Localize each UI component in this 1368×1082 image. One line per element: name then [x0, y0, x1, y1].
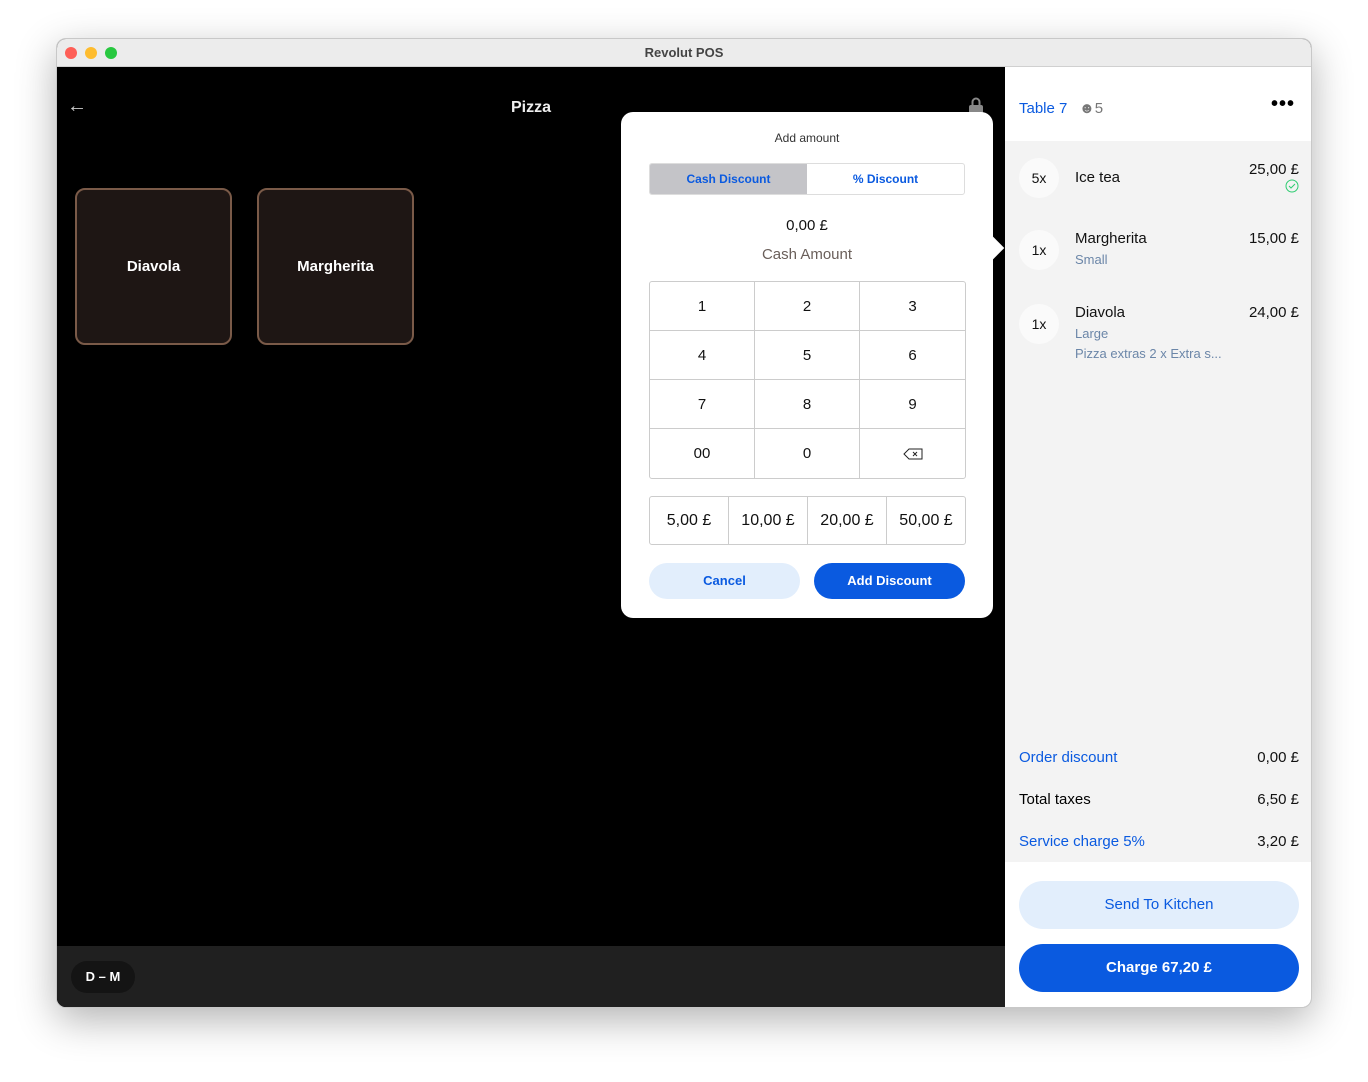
order-item[interactable]: 1x Margherita Small 15,00 £: [1019, 230, 1299, 290]
item-detail: Small: [1075, 252, 1108, 267]
taxes-value: 6,50 £: [1257, 791, 1299, 808]
amount-label: Cash Amount: [761, 246, 853, 263]
order-discount-link[interactable]: Order discount: [1019, 749, 1117, 766]
zoom-window-button[interactable]: [105, 47, 117, 59]
item-price: 15,00 £: [1248, 230, 1299, 247]
backspace-key[interactable]: [860, 429, 965, 478]
user-badge[interactable]: D – M: [71, 961, 135, 993]
amount-value: 0,00 £: [786, 217, 828, 234]
item-price: 24,00 £: [1248, 304, 1299, 321]
quick-amount-5[interactable]: 5,00 £: [650, 497, 729, 544]
title-bar: Revolut POS: [57, 39, 1311, 67]
close-window-button[interactable]: [65, 47, 77, 59]
item-detail: Large: [1075, 326, 1109, 341]
order-item[interactable]: 1x Diavola Large Pizza extras 2 x Extra …: [1019, 304, 1299, 374]
order-discount-row[interactable]: Order discount 0,00 £: [1019, 749, 1299, 766]
add-discount-button[interactable]: Add Discount: [814, 563, 965, 599]
quick-amount-50[interactable]: 50,00 £: [887, 497, 965, 544]
person-icon: ☻: [1079, 100, 1095, 117]
bottom-bar: D – M: [57, 946, 1005, 1007]
key-00[interactable]: 00: [650, 429, 755, 478]
taxes-row: Total taxes 6,50 £: [1019, 791, 1299, 808]
window-title: Revolut POS: [644, 45, 724, 60]
item-quantity: 1x: [1019, 230, 1059, 270]
item-name: Diavola: [1075, 304, 1126, 321]
backspace-icon: [902, 448, 922, 459]
action-area: Send To Kitchen Charge 67,20 £: [1005, 862, 1311, 1007]
service-charge-value: 3,20 £: [1257, 833, 1299, 850]
key-5[interactable]: 5: [755, 331, 860, 380]
product-tile-margherita[interactable]: Margherita: [257, 188, 414, 345]
key-4[interactable]: 4: [650, 331, 755, 380]
tab-percent-discount[interactable]: % Discount: [807, 164, 964, 194]
quick-amounts: 5,00 £ 10,00 £ 20,00 £ 50,00 £: [649, 496, 966, 545]
service-charge-link[interactable]: Service charge 5%: [1019, 833, 1145, 850]
product-tile-diavola[interactable]: Diavola: [75, 188, 232, 345]
key-9[interactable]: 9: [860, 380, 965, 429]
numeric-keypad: 1 2 3 4 5 6 7 8 9 00 0: [649, 281, 966, 479]
item-quantity: 1x: [1019, 304, 1059, 344]
charge-button[interactable]: Charge 67,20 £: [1019, 944, 1299, 992]
item-quantity: 5x: [1019, 158, 1059, 198]
sent-check-icon: [1285, 179, 1299, 193]
add-amount-dialog: Add amount Cash Discount % Discount 0,00…: [621, 112, 1005, 618]
key-1[interactable]: 1: [650, 282, 755, 331]
table-name[interactable]: Table 7: [1019, 100, 1067, 117]
minimize-window-button[interactable]: [85, 47, 97, 59]
send-to-kitchen-button[interactable]: Send To Kitchen: [1019, 881, 1299, 929]
item-name: Margherita: [1075, 230, 1147, 247]
order-item[interactable]: 5x Ice tea 25,00 £: [1019, 158, 1299, 208]
key-8[interactable]: 8: [755, 380, 860, 429]
product-name: Margherita: [297, 258, 374, 275]
key-3[interactable]: 3: [860, 282, 965, 331]
quick-amount-20[interactable]: 20,00 £: [808, 497, 887, 544]
tab-cash-discount[interactable]: Cash Discount: [650, 164, 807, 194]
taxes-label: Total taxes: [1019, 791, 1091, 808]
guest-count[interactable]: ☻5: [1079, 100, 1103, 117]
key-0[interactable]: 0: [755, 429, 860, 478]
service-charge-row[interactable]: Service charge 5% 3,20 £: [1019, 833, 1299, 850]
quick-amount-10[interactable]: 10,00 £: [729, 497, 808, 544]
item-name: Ice tea: [1075, 169, 1121, 186]
key-2[interactable]: 2: [755, 282, 860, 331]
product-name: Diavola: [126, 258, 181, 275]
cancel-button[interactable]: Cancel: [649, 563, 800, 599]
more-options-icon[interactable]: •••: [1271, 93, 1295, 116]
key-6[interactable]: 6: [860, 331, 965, 380]
item-price: 25,00 £: [1248, 161, 1299, 178]
dialog-title: Add amount: [774, 131, 840, 145]
key-7[interactable]: 7: [650, 380, 755, 429]
order-panel: Table 7 ☻5 ••• 5x Ice tea 25,00 £ 1x Mar…: [1005, 67, 1311, 1007]
order-header: Table 7 ☻5 •••: [1005, 67, 1311, 141]
discount-type-tabs: Cash Discount % Discount: [649, 163, 965, 195]
item-detail: Pizza extras 2 x Extra s...: [1075, 346, 1222, 361]
order-discount-value: 0,00 £: [1257, 749, 1299, 766]
